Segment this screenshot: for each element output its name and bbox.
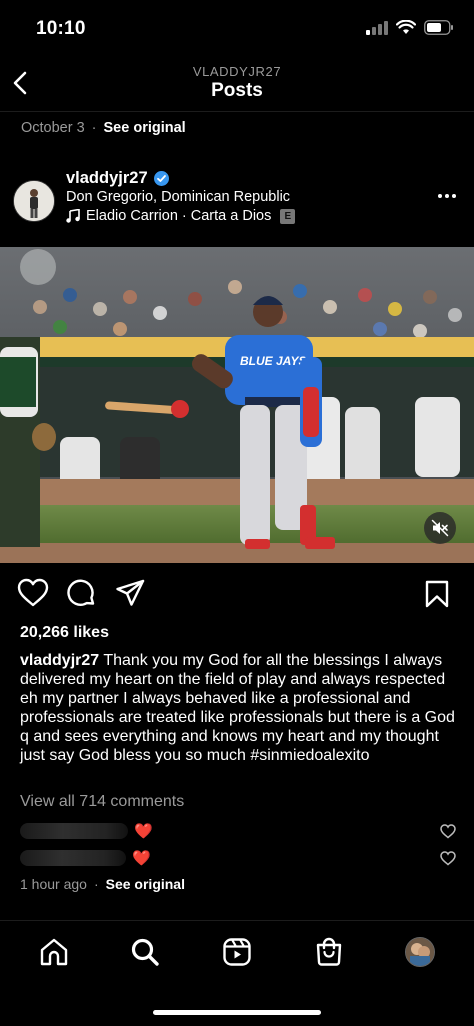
avatar[interactable] [13,180,55,222]
like-count[interactable]: 20,266 likes [20,624,109,642]
header-divider [0,111,474,112]
explicit-badge: E [280,208,296,224]
post-username[interactable]: vladdyjr27 [66,169,148,188]
reels-icon [223,938,251,966]
more-icon-dot [452,194,456,198]
music-label: Eladio Carrion · Carta a Dios [86,208,272,224]
more-icon-dot [438,194,442,198]
comment-icon[interactable] [67,578,97,608]
home-icon [40,938,67,966]
page-title: Posts [211,80,263,101]
nav-shop[interactable] [309,932,349,972]
redacted-comment [20,850,126,866]
nav-divider [0,920,474,921]
avatar-image [14,181,54,221]
cellular-signal-icon [366,20,388,35]
wifi-icon [396,20,416,34]
comment-like-icon[interactable] [440,823,456,839]
bookmark-icon [425,580,449,608]
post-caption: vladdyjr27 Thank you my God for all the … [20,651,460,765]
search-icon [132,938,160,966]
shop-icon [316,937,341,966]
nav-search[interactable] [125,932,165,972]
post-location[interactable]: Don Gregorio, Dominican Republic [66,189,290,205]
battery-icon [424,20,453,35]
header-username: VLADDYJR27 [192,64,282,79]
home-indicator [153,1010,321,1015]
nav-reels[interactable] [217,932,257,972]
music-attribution[interactable]: Eladio Carrion · Carta a Dios E [66,208,296,224]
redacted-comment [20,823,128,839]
comment-like-icon[interactable] [440,850,456,866]
svg-text:BLUE JAYS: BLUE JAYS [240,354,306,368]
baseball-player-image: BLUE JAYS [0,247,474,563]
nav-profile[interactable] [400,932,440,972]
comment-item: ❤️ [20,820,460,842]
comment-emoji: ❤️ [134,823,153,840]
more-icon-dot [445,194,449,198]
comment-emoji: ❤️ [132,850,151,867]
status-icons [366,20,454,35]
mute-icon [431,519,449,537]
post-author: vladdyjr27 [66,169,169,188]
caption-username[interactable]: vladdyjr27 [20,652,99,669]
nav-home[interactable] [34,932,74,972]
save-button[interactable] [425,580,449,613]
see-original-link[interactable]: See original [106,876,185,892]
action-bar [17,578,145,608]
see-original-link[interactable]: See original [104,120,186,136]
translation-meta: October 3 · See original [21,120,186,136]
post-photo[interactable]: BLUE JAYS [0,247,474,563]
heart-icon[interactable] [17,578,49,608]
more-options-button[interactable] [438,194,456,198]
share-icon[interactable] [115,578,145,608]
bottom-nav [0,932,474,972]
post-date: October 3 [21,120,85,136]
verified-icon [153,171,169,186]
view-all-comments-link[interactable]: View all 714 comments [20,793,184,811]
status-time: 10:10 [36,18,86,39]
music-note-icon [66,209,80,223]
profile-avatar [405,937,436,967]
mute-button[interactable] [424,512,456,544]
separator: · [91,120,97,136]
separator: · [93,876,99,892]
comment-item: ❤️ [20,847,460,869]
post-time-ago: 1 hour ago [20,876,87,892]
post-timestamp-row: 1 hour ago · See original [20,876,185,892]
